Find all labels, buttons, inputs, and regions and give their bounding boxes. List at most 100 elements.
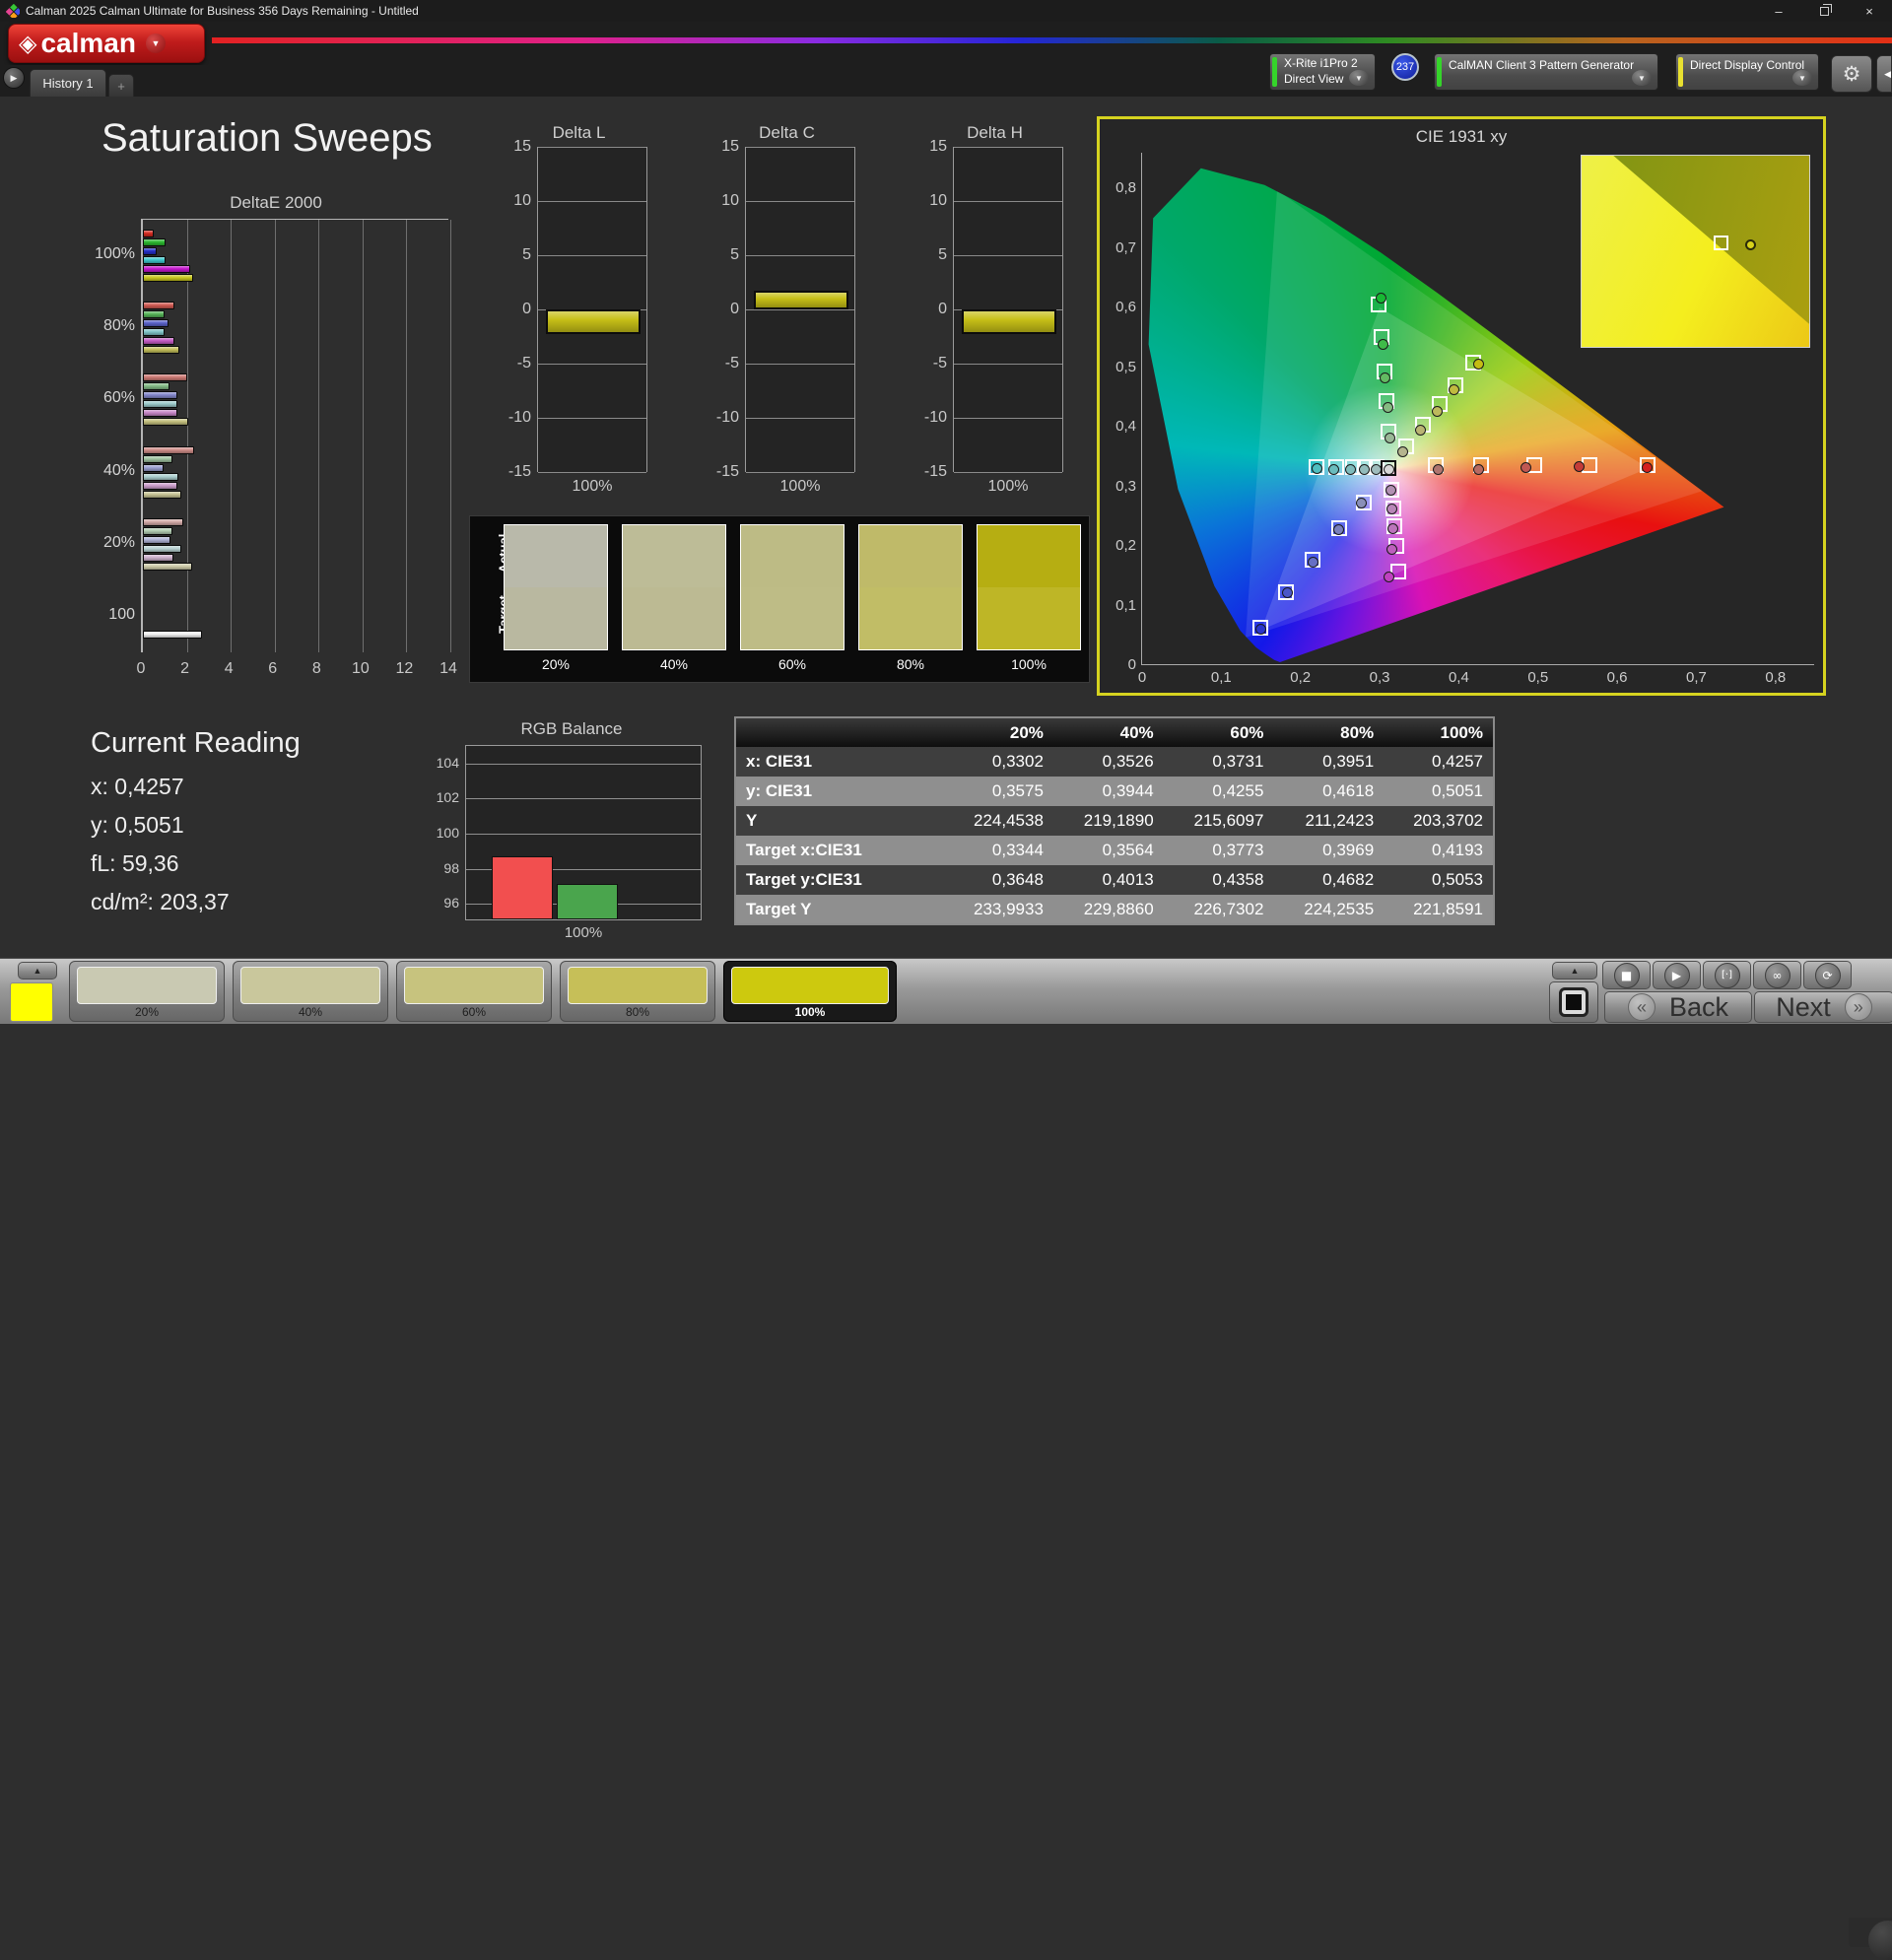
close-button[interactable]: × [1847, 0, 1892, 22]
toolbar-collapse-button[interactable]: ◀ [1876, 55, 1892, 93]
meter-dropdown[interactable]: X-Rite i1Pro 2 Direct View ▼ [1269, 53, 1376, 91]
display-control-label: Direct Display Control [1690, 58, 1804, 74]
deltae-bar-60%-0 [143, 373, 187, 381]
tab-scroll-button[interactable]: ▶ [3, 67, 25, 89]
cie-inset-zoom [1581, 155, 1810, 348]
table-cell: 0,4255 [1164, 777, 1274, 806]
pattern-label-100%: 100% [724, 1005, 896, 1019]
deltae-bar-40%-2 [143, 464, 164, 472]
settings-gear-button[interactable]: ⚙ [1831, 55, 1872, 93]
display-control-dropdown[interactable]: Direct Display Control ▼ [1675, 53, 1819, 91]
col-header-40%: 40% [1053, 717, 1164, 747]
table-cell: 0,3951 [1273, 747, 1384, 777]
cie-measured-magenta-60 [1387, 523, 1398, 534]
deltae-bar-20%-4 [143, 554, 173, 562]
pattern-swatch-40% [240, 967, 380, 1004]
calman-menu-button[interactable]: ◈ calman ▼ [8, 24, 205, 63]
cie-measured-blue-100 [1255, 624, 1266, 635]
table-cell: 0,3773 [1164, 836, 1274, 865]
actual-swatch-60% [741, 525, 844, 587]
meter-count-badge[interactable]: 237 [1391, 53, 1419, 81]
table-cell: 224,2535 [1273, 895, 1384, 924]
delta-c-chart: Delta C151050-5-10-15100% [706, 123, 868, 503]
delta_h-plot [953, 147, 1063, 472]
table-header-row: 20%40%60%80%100% [735, 717, 1494, 747]
rgb-balance-chart: RGB Balance9698100102104100% [424, 719, 719, 951]
minimize-button[interactable]: – [1756, 0, 1801, 22]
deltae-bar-60%-1 [143, 382, 169, 390]
table-cell: 219,1890 [1053, 806, 1164, 836]
double-chevron-right-icon: » [1845, 993, 1872, 1021]
continuous-button[interactable]: ∞ [1753, 961, 1801, 989]
delta_l-bar [546, 309, 641, 334]
table-cell: 0,4257 [1384, 747, 1494, 777]
cie-chart-title: CIE 1931 xy [1100, 127, 1823, 147]
rgb-plot [465, 745, 702, 920]
pattern-button-20%[interactable]: 20% [69, 961, 225, 1022]
table-cell: 0,3648 [943, 865, 1053, 895]
cie-measured-blue-20 [1356, 498, 1367, 508]
current-reading-x: x: 0,4257 [91, 774, 301, 800]
deltae-bar-40%-3 [143, 473, 178, 481]
window-pattern-button[interactable] [1549, 981, 1598, 1023]
row-label: Y [735, 806, 943, 836]
delta_h-bar [962, 309, 1056, 334]
actual-swatch-80% [859, 525, 962, 587]
deltae-chart-title: DeltaE 2000 [94, 193, 458, 213]
deltae-bar-60%-3 [143, 400, 177, 408]
cie-measured-yellow-40 [1415, 425, 1426, 436]
next-button[interactable]: Next » [1754, 991, 1892, 1023]
table-cell: 0,4013 [1053, 865, 1164, 895]
pattern-generator-label: CalMAN Client 3 Pattern Generator [1449, 58, 1634, 74]
back-label: Back [1669, 992, 1728, 1023]
table-cell: 0,3731 [1164, 747, 1274, 777]
cie-measured-magenta-100 [1384, 572, 1394, 582]
step-icon: [·] [1715, 963, 1740, 988]
step-button[interactable]: [·] [1703, 961, 1751, 989]
swatch-label-80%: 80% [858, 656, 963, 672]
play-button[interactable]: ▶ [1653, 961, 1701, 989]
pattern-button-40%[interactable]: 40% [233, 961, 388, 1022]
quick-color-swatch[interactable] [10, 982, 53, 1022]
col-header-100%: 100% [1384, 717, 1494, 747]
deltae-bar-100%-1 [143, 238, 166, 246]
stop-icon: ■ [1614, 963, 1640, 988]
tab-history-1[interactable]: History 1 [30, 69, 106, 97]
repeat-icon: ⟳ [1815, 963, 1841, 988]
meter-mode: Direct View [1284, 72, 1358, 88]
deltae-bar-100%-4 [143, 265, 190, 273]
deltae-bar-80%-0 [143, 302, 174, 309]
table-cell: 0,3302 [943, 747, 1053, 777]
pattern-button-60%[interactable]: 60% [396, 961, 552, 1022]
pattern-list-up-button[interactable]: ▲ [18, 962, 57, 980]
cie-measured-white [1384, 464, 1394, 475]
table-row: Y224,4538219,1890215,6097211,2423203,370… [735, 806, 1494, 836]
pattern-button-100%[interactable]: 100% [723, 961, 897, 1022]
table-row: x: CIE310,33020,35260,37310,39510,4257 [735, 747, 1494, 777]
pattern-generator-dropdown[interactable]: CalMAN Client 3 Pattern Generator ▼ [1434, 53, 1658, 91]
add-tab-label: + [117, 79, 125, 94]
cie-1931-panel[interactable]: CIE 1931 xy 00,10,20,30,40,50,60,70,800,… [1097, 116, 1826, 696]
table-row: Target y:CIE310,36480,40130,43580,46820,… [735, 865, 1494, 895]
calman-diamond-icon: ◈ [19, 30, 36, 58]
display-control-status-indicator [1678, 57, 1683, 87]
cie-measured-magenta-40 [1386, 504, 1397, 514]
black-square-icon [1559, 987, 1588, 1017]
rgb-bar-red [492, 856, 553, 919]
current-reading-cdm2: cd/m²: 203,37 [91, 889, 301, 915]
restore-button[interactable] [1801, 0, 1847, 22]
tab-history-label: History 1 [42, 76, 93, 91]
pattern-swatch-60% [404, 967, 544, 1004]
inset-target-square [1714, 236, 1728, 250]
chevron-down-icon: ▼ [1792, 70, 1812, 86]
back-button[interactable]: « Back [1604, 991, 1752, 1023]
play-icon: ▶ [1664, 963, 1690, 988]
repeat-button[interactable]: ⟳ [1803, 961, 1852, 989]
add-tab-button[interactable]: + [108, 74, 134, 97]
table-cell: 0,3344 [943, 836, 1053, 865]
pattern-label-20%: 20% [70, 1005, 224, 1019]
table-cell: 0,4193 [1384, 836, 1494, 865]
stop-button[interactable]: ■ [1602, 961, 1651, 989]
pattern-panel-up-button[interactable]: ▲ [1552, 962, 1597, 980]
pattern-button-80%[interactable]: 80% [560, 961, 715, 1022]
